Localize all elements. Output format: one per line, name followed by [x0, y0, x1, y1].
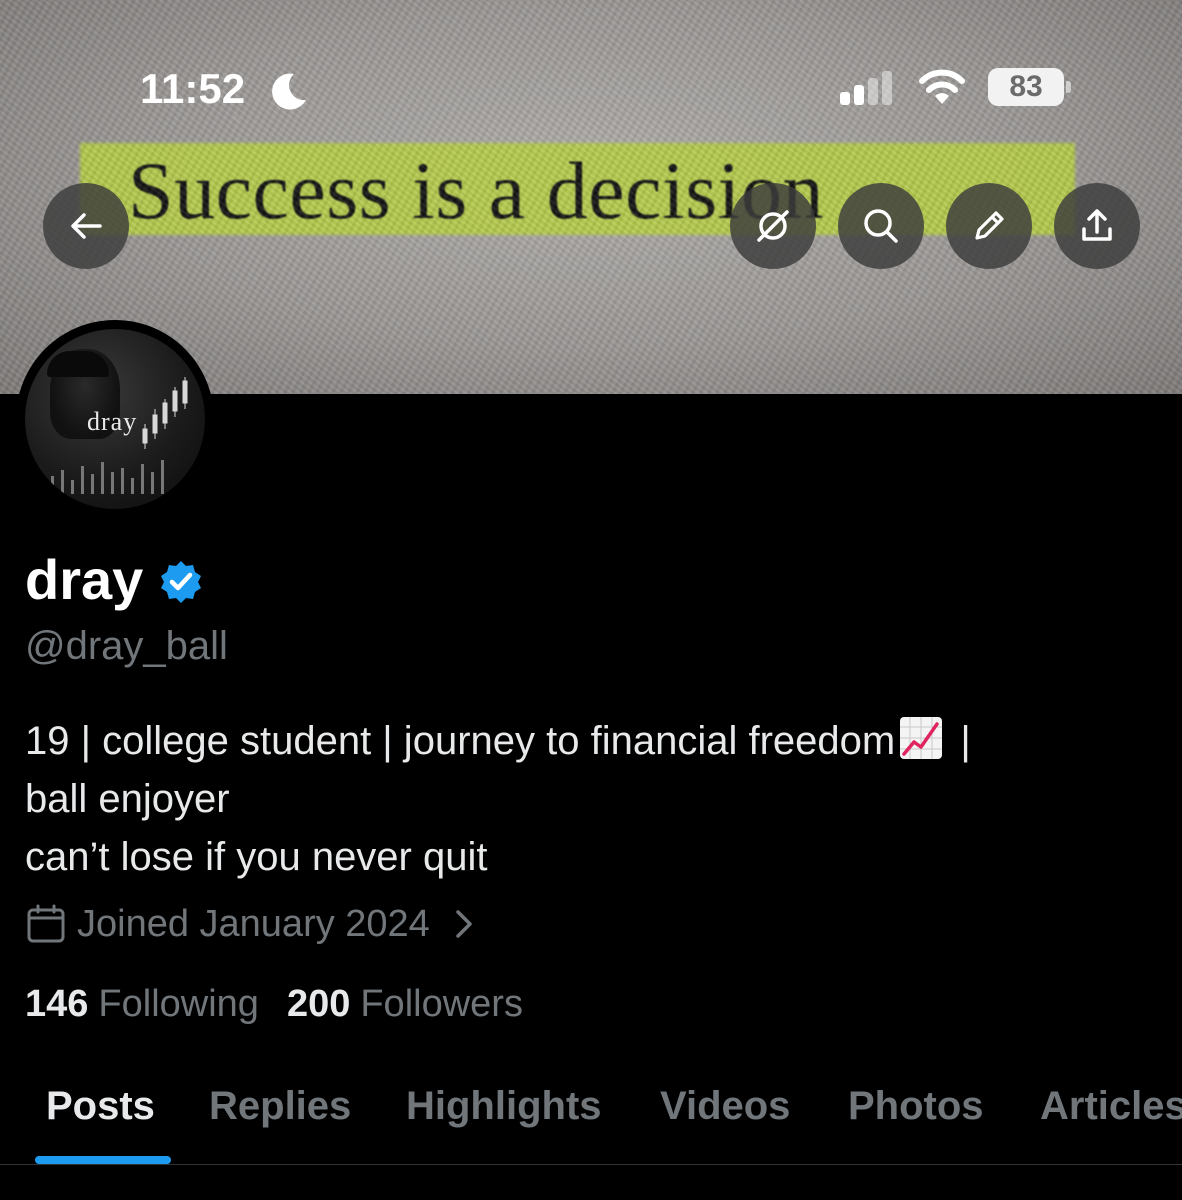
- display-name: dray: [25, 548, 144, 611]
- chevron-right-icon: [456, 910, 472, 938]
- bio: 19 | college student | journey to financ…: [25, 712, 1145, 886]
- following-link[interactable]: 146 Following: [25, 983, 259, 1026]
- battery-icon: 83: [988, 68, 1071, 108]
- calendar-icon: [27, 904, 65, 943]
- signal-icon: [840, 71, 892, 105]
- edit-profile-button[interactable]: [946, 183, 1032, 269]
- verified-badge-icon[interactable]: [157, 558, 205, 606]
- back-button[interactable]: [43, 183, 129, 269]
- share-button[interactable]: [1054, 183, 1140, 269]
- followers-link[interactable]: 200 Followers: [287, 983, 523, 1026]
- follow-stats: 146 Following 200 Followers: [25, 980, 551, 1028]
- avatar-name: dray: [87, 407, 138, 436]
- banner-quote: Success is a decision: [128, 145, 824, 236]
- price-bars-graphic: [51, 460, 164, 494]
- battery-cap: [1066, 81, 1071, 93]
- tab-photos[interactable]: Photos: [848, 1082, 984, 1130]
- display-name-row: dray: [25, 548, 205, 612]
- chart-increasing-icon: [900, 717, 943, 759]
- tab-highlights[interactable]: Highlights: [406, 1082, 602, 1130]
- status-time: 11:52: [140, 65, 246, 112]
- bio-line-2: ball enjoyer: [25, 777, 230, 821]
- bio-text: |: [949, 719, 971, 763]
- tab-posts[interactable]: Posts: [46, 1082, 155, 1130]
- profile-tabs: Posts Replies Highlights Videos Photos A…: [0, 1070, 1182, 1165]
- avatar[interactable]: dray: [16, 320, 214, 518]
- share-icon: [1082, 209, 1112, 241]
- active-tab-indicator: [35, 1156, 171, 1164]
- following-count: 146: [25, 982, 89, 1025]
- grok-button[interactable]: [730, 183, 816, 269]
- wifi-icon: [919, 69, 965, 104]
- back-arrow-icon: [71, 213, 102, 239]
- bio-text: 19 | college student | journey to financ…: [25, 719, 896, 763]
- grok-icon: [757, 210, 789, 242]
- avatar-cap: [47, 351, 109, 377]
- bio-line-1: 19 | college student | journey to financ…: [25, 712, 1145, 770]
- moon-icon: [272, 73, 306, 110]
- joined-date: Joined January 2024: [77, 902, 430, 945]
- pencil-icon: [975, 211, 1004, 240]
- avatar-image: dray: [25, 329, 205, 509]
- search-icon: [864, 209, 898, 243]
- search-button[interactable]: [838, 183, 924, 269]
- followers-count: 200: [286, 982, 351, 1025]
- followers-label: Followers: [360, 982, 523, 1025]
- handle: @dray_ball: [25, 624, 228, 668]
- tab-replies[interactable]: Replies: [209, 1082, 351, 1130]
- tab-articles[interactable]: Articles: [1040, 1082, 1182, 1130]
- following-label: Following: [98, 982, 259, 1025]
- joined-date-row[interactable]: Joined January 2024: [25, 900, 478, 948]
- tab-videos[interactable]: Videos: [660, 1082, 790, 1130]
- battery-level: 83: [988, 68, 1064, 106]
- bio-line-3: can’t lose if you never quit: [25, 835, 488, 879]
